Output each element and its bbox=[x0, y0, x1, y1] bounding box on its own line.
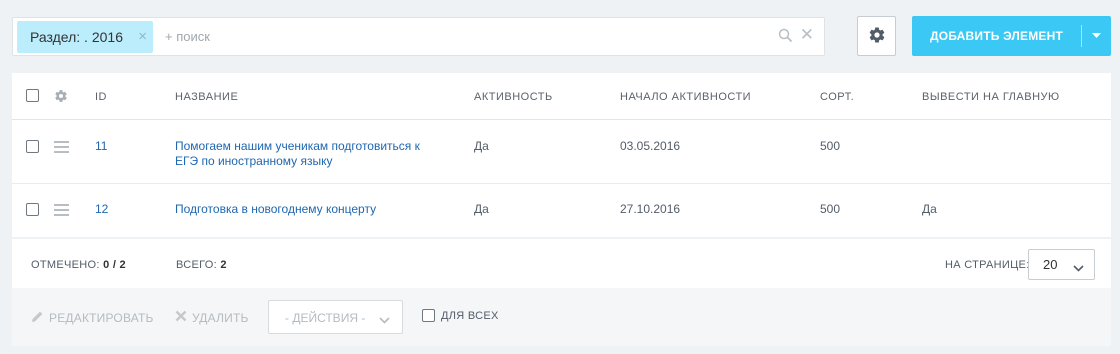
delete-button[interactable]: УДАЛИТЬ bbox=[175, 310, 249, 325]
pencil-icon bbox=[31, 310, 49, 326]
total-value: 2 bbox=[220, 259, 227, 271]
column-header-name[interactable]: НАЗВАНИЕ bbox=[175, 91, 238, 103]
select-all-checkbox[interactable] bbox=[26, 89, 39, 102]
page-size-value: 20 bbox=[1043, 257, 1058, 272]
column-header-sort[interactable]: СОРТ. bbox=[820, 91, 854, 103]
elements-grid: ID НАЗВАНИЕ АКТИВНОСТЬ НАЧАЛО АКТИВНОСТИ… bbox=[12, 73, 1111, 237]
grid-header-row: ID НАЗВАНИЕ АКТИВНОСТЬ НАЧАЛО АКТИВНОСТИ… bbox=[12, 73, 1111, 120]
edit-label: РЕДАКТИРОВАТЬ bbox=[49, 311, 154, 325]
for-all-label: ДЛЯ ВСЕХ bbox=[441, 309, 499, 322]
gear-icon[interactable] bbox=[54, 89, 68, 106]
row-sort: 500 bbox=[820, 202, 841, 216]
checked-value: 0 / 2 bbox=[103, 259, 126, 271]
row-main: Да bbox=[922, 202, 937, 216]
row-active: Да bbox=[474, 202, 489, 216]
filter-chip-label: Раздел: . 2016 bbox=[30, 29, 123, 45]
search-input[interactable]: + поиск bbox=[165, 29, 210, 44]
row-sort: 500 bbox=[820, 139, 841, 153]
row-active: Да bbox=[474, 139, 489, 153]
chevron-down-icon bbox=[1073, 260, 1084, 275]
chevron-down-icon bbox=[379, 313, 390, 327]
page-size-select[interactable]: 20 bbox=[1028, 249, 1095, 280]
close-icon[interactable]: × bbox=[138, 29, 147, 45]
row-id[interactable]: 12 bbox=[95, 202, 108, 217]
table-row[interactable]: 12 Подготовка в новогоднему концерту Да … bbox=[12, 184, 1111, 237]
chevron-down-icon[interactable] bbox=[1082, 33, 1111, 39]
settings-button[interactable] bbox=[857, 16, 896, 56]
per-page-label: НА СТРАНИЦЕ: bbox=[945, 259, 1030, 271]
for-all-checkbox[interactable] bbox=[422, 309, 435, 322]
add-element-button[interactable]: ДОБАВИТЬ ЭЛЕМЕНТ bbox=[912, 16, 1111, 56]
column-header-main[interactable]: ВЫВЕСТИ НА ГЛАВНУЮ bbox=[922, 91, 1060, 103]
group-actions-bar: РЕДАКТИРОВАТЬ УДАЛИТЬ - ДЕЙСТВИЯ - ДЛЯ В… bbox=[12, 288, 1111, 346]
actions-select[interactable]: - ДЕЙСТВИЯ - bbox=[268, 300, 403, 334]
hamburger-icon[interactable] bbox=[54, 141, 69, 156]
table-row[interactable]: 11 Помогаем нашим ученикам подготовиться… bbox=[12, 120, 1111, 184]
total-label: ВСЕГО: bbox=[176, 259, 218, 271]
row-checkbox[interactable] bbox=[26, 203, 39, 216]
for-all-option[interactable]: ДЛЯ ВСЕХ bbox=[422, 309, 499, 322]
row-name-link[interactable]: Подготовка в новогоднему концерту bbox=[175, 202, 465, 217]
row-name-line: Помогаем нашим ученикам подготовиться к bbox=[175, 139, 420, 153]
clear-icon[interactable]: ✕ bbox=[800, 26, 814, 44]
checked-label: ОТМЕЧЕНО: bbox=[31, 259, 100, 271]
filter-chip-section[interactable]: Раздел: . 2016 × bbox=[17, 21, 153, 53]
search-icon[interactable] bbox=[778, 28, 793, 46]
cross-icon bbox=[175, 310, 192, 325]
grid-footer: ОТМЕЧЕНО: 0 / 2 ВСЕГО: 2 НА СТРАНИЦЕ: 20 bbox=[12, 237, 1111, 288]
row-id[interactable]: 11 bbox=[95, 139, 107, 154]
checked-counter: ОТМЕЧЕНО: 0 / 2 bbox=[31, 259, 126, 271]
edit-button[interactable]: РЕДАКТИРОВАТЬ bbox=[31, 310, 154, 326]
delete-label: УДАЛИТЬ bbox=[192, 310, 249, 325]
add-element-label: ДОБАВИТЬ ЭЛЕМЕНТ bbox=[930, 29, 1063, 43]
row-name-line: ЕГЭ по иностранному языку bbox=[175, 154, 333, 168]
column-header-active[interactable]: АКТИВНОСТЬ bbox=[474, 91, 553, 103]
total-counter: ВСЕГО: 2 bbox=[176, 259, 227, 271]
actions-select-value: - ДЕЙСТВИЯ - bbox=[285, 311, 366, 325]
gear-icon bbox=[868, 26, 886, 47]
row-start-date: 27.10.2016 bbox=[620, 202, 681, 216]
row-start-date: 03.05.2016 bbox=[620, 139, 681, 153]
row-checkbox[interactable] bbox=[26, 140, 39, 153]
hamburger-icon[interactable] bbox=[54, 204, 69, 219]
filter-search-bar[interactable]: Раздел: . 2016 × + поиск ✕ bbox=[12, 17, 825, 56]
row-name-link[interactable]: Помогаем нашим ученикам подготовиться к … bbox=[175, 139, 465, 169]
column-header-id[interactable]: ID bbox=[95, 91, 107, 103]
column-header-start[interactable]: НАЧАЛО АКТИВНОСТИ bbox=[620, 91, 751, 103]
